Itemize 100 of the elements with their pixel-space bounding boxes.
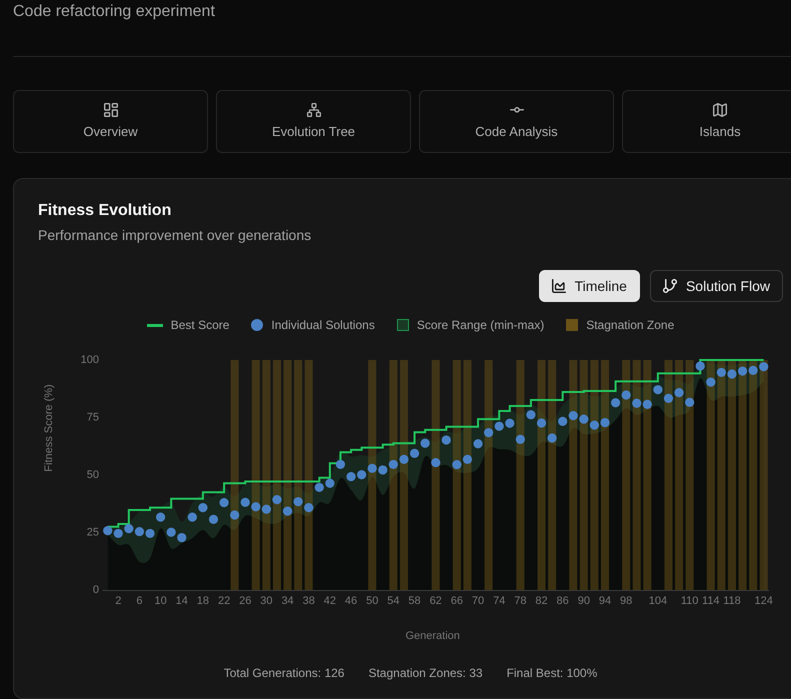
x-tick-label: 62 (430, 595, 442, 607)
solution-dot (610, 398, 620, 408)
solution-dot (727, 369, 737, 379)
solution-dot (262, 504, 271, 514)
card-description: Performance improvement over generations (38, 226, 312, 245)
solution-dot (674, 388, 684, 398)
solution-dot (325, 478, 334, 488)
solution-dot (357, 470, 366, 480)
solution-dot (568, 411, 578, 420)
commit-icon (510, 107, 524, 113)
solution-dot (696, 361, 705, 371)
x-tick-label: 86 (556, 595, 569, 607)
y-axis-title: Fitness Score (%) (43, 384, 55, 472)
nav-tab[interactable]: Evolution Tree (216, 90, 411, 153)
solution-dot (368, 464, 377, 473)
solution-dot (145, 528, 155, 538)
solution-dot (272, 495, 282, 504)
stat-text: Final Best: 100% (506, 666, 598, 680)
solution-dot (484, 428, 494, 438)
solution-dot (452, 460, 462, 470)
solution-dot (622, 390, 631, 400)
solution-dot (716, 368, 726, 378)
nav-tab[interactable]: Code Analysis (419, 90, 614, 153)
solution-dot (156, 512, 166, 522)
solution-dot (632, 398, 642, 408)
nav-tab[interactable]: Overview (13, 90, 208, 153)
x-tick-label: 78 (514, 595, 526, 607)
x-tick-label: 74 (493, 595, 506, 607)
x-tick-label: 124 (754, 595, 773, 607)
solution-dot (473, 439, 483, 448)
view-toggle-button[interactable]: Timeline (538, 270, 640, 302)
solution-dot (124, 524, 134, 534)
x-tick-label: 70 (472, 595, 484, 607)
solution-dot (759, 362, 768, 372)
solution-dot (600, 418, 610, 428)
solution-dot (685, 398, 694, 407)
x-tick-label: 58 (408, 595, 421, 607)
x-tick-label: 34 (281, 595, 294, 607)
stat-text: Stagnation Zones: 33 (368, 666, 483, 680)
network-icon (306, 103, 320, 117)
solution-dot (251, 502, 260, 512)
branch-icon (662, 279, 677, 293)
area-chart-icon (552, 279, 566, 293)
x-tick-label: 18 (196, 595, 210, 607)
solution-dot (516, 434, 525, 444)
y-tick-label: 25 (86, 526, 99, 538)
solution-dot (431, 458, 440, 468)
solution-dot (346, 472, 356, 482)
x-tick-label: 114 (702, 595, 720, 607)
legend-label: Score Range (min-max) (416, 318, 544, 332)
solution-dot (590, 420, 599, 430)
solution-dot (336, 460, 346, 470)
x-tick-label: 22 (218, 595, 230, 607)
solution-dot (706, 377, 716, 387)
view-toggle-button[interactable]: Solution Flow (650, 270, 783, 302)
solution-dot (166, 528, 176, 537)
nav-tab[interactable]: Islands (622, 90, 791, 153)
x-tick-label: 2 (115, 595, 122, 607)
x-tick-label: 82 (535, 595, 548, 607)
x-tick-label: 50 (366, 595, 378, 607)
x-tick-label: 104 (648, 595, 668, 607)
x-tick-label: 46 (344, 595, 358, 607)
solution-dot (462, 454, 472, 464)
solution-dot (664, 394, 674, 403)
solution-dot (230, 510, 240, 520)
card-title: Fitness Evolution (38, 201, 172, 221)
solution-dot (505, 418, 514, 428)
x-axis-title: Generation (405, 630, 460, 642)
solution-dot (653, 385, 662, 394)
x-tick-label: 26 (239, 595, 252, 607)
x-tick-label: 90 (578, 595, 590, 607)
legend-label: Best Score (170, 318, 230, 332)
solution-dot (294, 497, 303, 506)
solution-dot (526, 410, 536, 420)
x-tick-label: 42 (324, 595, 336, 607)
x-tick-label: 54 (387, 595, 400, 607)
x-tick-label: 14 (176, 595, 188, 607)
solution-dot (579, 414, 588, 424)
y-tick-label: 50 (86, 469, 99, 481)
x-tick-label: 110 (680, 595, 698, 607)
solution-dot (304, 503, 314, 512)
solution-dot (536, 418, 546, 428)
solution-dot (103, 526, 112, 536)
page-description: Code refactoring experiment (13, 2, 215, 22)
solution-dot (558, 416, 568, 426)
solution-dot (188, 512, 197, 522)
y-tick-label: 0 (92, 584, 99, 596)
x-tick-label: 38 (302, 595, 315, 607)
solution-dot (134, 526, 144, 536)
solution-dot (114, 528, 123, 538)
legend-label: Stagnation Zone (586, 318, 674, 332)
solution-dot (748, 366, 758, 375)
solution-dot (399, 454, 409, 464)
x-tick-label: 94 (598, 595, 612, 607)
solution-dot (642, 400, 652, 409)
solution-dot (177, 532, 186, 542)
x-tick-label: 6 (136, 595, 142, 607)
solution-dot (219, 498, 229, 508)
solution-dot (314, 482, 324, 492)
y-tick-label: 75 (86, 412, 99, 424)
